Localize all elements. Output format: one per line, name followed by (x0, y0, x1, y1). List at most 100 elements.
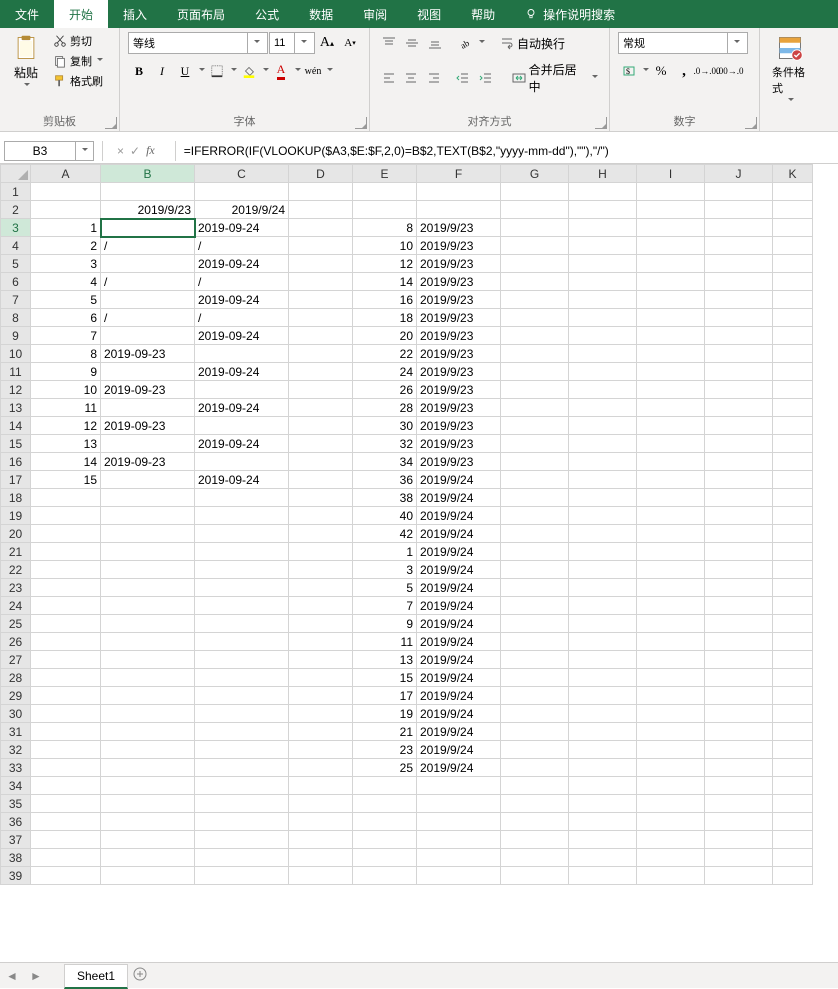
cell-E4[interactable]: 10 (353, 237, 417, 255)
name-box[interactable] (4, 141, 94, 161)
cell-A20[interactable] (31, 525, 101, 543)
cell-K24[interactable] (773, 597, 813, 615)
cell-I36[interactable] (637, 813, 705, 831)
cell-C6[interactable]: / (195, 273, 289, 291)
row-header-33[interactable]: 33 (1, 759, 31, 777)
cell-C28[interactable] (195, 669, 289, 687)
cell-C26[interactable] (195, 633, 289, 651)
font-size-combo[interactable] (269, 32, 315, 54)
cell-H37[interactable] (569, 831, 637, 849)
cell-I23[interactable] (637, 579, 705, 597)
cell-K7[interactable] (773, 291, 813, 309)
cell-H21[interactable] (569, 543, 637, 561)
col-header-H[interactable]: H (569, 165, 637, 183)
align-middle-button[interactable] (401, 32, 423, 54)
tab-nav-next[interactable]: ► (24, 969, 48, 983)
cell-H24[interactable] (569, 597, 637, 615)
cell-E23[interactable]: 5 (353, 579, 417, 597)
cell-H8[interactable] (569, 309, 637, 327)
border-button[interactable] (206, 60, 228, 82)
cell-B5[interactable] (101, 255, 195, 273)
cell-G33[interactable] (501, 759, 569, 777)
menu-view[interactable]: 视图 (402, 0, 456, 28)
cell-E2[interactable] (353, 201, 417, 219)
comma-button[interactable]: , (673, 60, 695, 82)
cell-F1[interactable] (417, 183, 501, 201)
cell-G9[interactable] (501, 327, 569, 345)
cell-D3[interactable] (289, 219, 353, 237)
cell-E13[interactable]: 28 (353, 399, 417, 417)
cell-A1[interactable] (31, 183, 101, 201)
cell-G30[interactable] (501, 705, 569, 723)
menu-layout[interactable]: 页面布局 (162, 0, 240, 28)
cell-J32[interactable] (705, 741, 773, 759)
cell-G28[interactable] (501, 669, 569, 687)
cell-B2[interactable]: 2019/9/23 (101, 201, 195, 219)
cell-K35[interactable] (773, 795, 813, 813)
col-header-B[interactable]: B (101, 165, 195, 183)
cell-J19[interactable] (705, 507, 773, 525)
cell-C34[interactable] (195, 777, 289, 795)
cell-J21[interactable] (705, 543, 773, 561)
cell-K33[interactable] (773, 759, 813, 777)
cell-C14[interactable] (195, 417, 289, 435)
cell-D22[interactable] (289, 561, 353, 579)
row-header-19[interactable]: 19 (1, 507, 31, 525)
cell-C8[interactable]: / (195, 309, 289, 327)
cell-F15[interactable]: 2019/9/23 (417, 435, 501, 453)
menu-insert[interactable]: 插入 (108, 0, 162, 28)
cell-A23[interactable] (31, 579, 101, 597)
cell-F9[interactable]: 2019/9/23 (417, 327, 501, 345)
cell-B39[interactable] (101, 867, 195, 885)
cell-F5[interactable]: 2019/9/23 (417, 255, 501, 273)
cell-D31[interactable] (289, 723, 353, 741)
cell-A3[interactable]: 1 (31, 219, 101, 237)
cell-B35[interactable] (101, 795, 195, 813)
cell-J36[interactable] (705, 813, 773, 831)
font-color-button[interactable]: A (270, 60, 292, 82)
chevron-down-icon[interactable] (199, 68, 205, 74)
font-size-input[interactable] (270, 37, 294, 49)
cell-I16[interactable] (637, 453, 705, 471)
cell-F34[interactable] (417, 777, 501, 795)
cell-C12[interactable] (195, 381, 289, 399)
tab-sheet1[interactable]: Sheet1 (64, 964, 128, 989)
cell-B36[interactable] (101, 813, 195, 831)
cell-G2[interactable] (501, 201, 569, 219)
cell-H3[interactable] (569, 219, 637, 237)
cell-H13[interactable] (569, 399, 637, 417)
cell-F10[interactable]: 2019/9/23 (417, 345, 501, 363)
cell-K15[interactable] (773, 435, 813, 453)
cell-D15[interactable] (289, 435, 353, 453)
cell-E19[interactable]: 40 (353, 507, 417, 525)
cell-A26[interactable] (31, 633, 101, 651)
row-header-14[interactable]: 14 (1, 417, 31, 435)
cell-A19[interactable] (31, 507, 101, 525)
cell-I24[interactable] (637, 597, 705, 615)
cell-K2[interactable] (773, 201, 813, 219)
cell-I4[interactable] (637, 237, 705, 255)
cell-A39[interactable] (31, 867, 101, 885)
cell-J16[interactable] (705, 453, 773, 471)
copy-button[interactable]: 复制 (50, 52, 106, 70)
cell-B34[interactable] (101, 777, 195, 795)
row-header-8[interactable]: 8 (1, 309, 31, 327)
cell-A17[interactable]: 15 (31, 471, 101, 489)
cell-G19[interactable] (501, 507, 569, 525)
cell-G35[interactable] (501, 795, 569, 813)
cell-C2[interactable]: 2019/9/24 (195, 201, 289, 219)
cell-D17[interactable] (289, 471, 353, 489)
menu-formulas[interactable]: 公式 (240, 0, 294, 28)
cell-I34[interactable] (637, 777, 705, 795)
cell-B20[interactable] (101, 525, 195, 543)
number-format-combo[interactable] (618, 32, 748, 54)
cell-I31[interactable] (637, 723, 705, 741)
cut-button[interactable]: 剪切 (50, 32, 106, 50)
decrease-font-button[interactable]: A▾ (339, 32, 361, 54)
cell-B1[interactable] (101, 183, 195, 201)
cell-K37[interactable] (773, 831, 813, 849)
cell-J22[interactable] (705, 561, 773, 579)
row-header-16[interactable]: 16 (1, 453, 31, 471)
increase-font-button[interactable]: A▴ (316, 32, 338, 54)
cell-A12[interactable]: 10 (31, 381, 101, 399)
